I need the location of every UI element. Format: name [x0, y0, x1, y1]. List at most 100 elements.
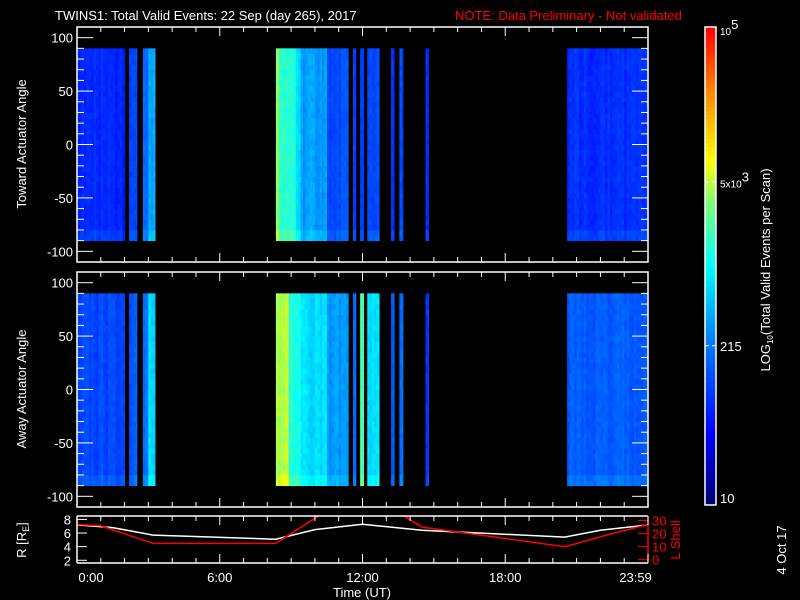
- heatmap-cell: [100, 426, 104, 433]
- heatmap-cell: [579, 224, 582, 231]
- heatmap-cell: [286, 117, 290, 124]
- heatmap-cell: [569, 176, 573, 183]
- heatmap-cell: [319, 229, 323, 236]
- away-panel: 100500-50-100: [47, 271, 649, 508]
- heatmap-cell: [326, 69, 330, 76]
- heatmap-cell: [112, 69, 116, 76]
- heatmap-cell: [84, 314, 87, 321]
- heatmap-cell: [286, 123, 290, 129]
- heatmap-cell: [310, 229, 313, 236]
- heatmap-cell: [110, 139, 114, 145]
- heatmap-cell: [86, 400, 90, 406]
- heatmap-cell: [86, 133, 90, 140]
- heatmap-cell: [142, 394, 146, 401]
- heatmap-cell: [355, 69, 357, 76]
- heatmap-cell: [281, 64, 285, 71]
- heatmap-cell: [569, 80, 573, 87]
- heatmap-cell: [602, 144, 606, 151]
- heatmap-cell: [100, 389, 104, 396]
- heatmap-cell: [631, 75, 635, 81]
- heatmap-cell: [631, 149, 635, 156]
- heatmap-cell: [305, 133, 309, 140]
- heatmap-cell: [391, 171, 394, 177]
- heatmap-cell: [110, 197, 114, 204]
- heatmap-cell: [303, 139, 306, 145]
- heatmap-cell: [600, 139, 604, 145]
- heatmap-cell: [115, 416, 118, 422]
- heatmap-cell: [345, 213, 349, 220]
- heatmap-cell: [107, 309, 111, 316]
- heatmap-cell: [425, 235, 429, 242]
- heatmap-cell: [86, 368, 90, 374]
- heatmap-cell: [117, 187, 121, 193]
- heatmap-cell: [600, 144, 604, 151]
- heatmap-cell: [98, 107, 102, 113]
- heatmap-cell: [136, 298, 138, 305]
- heatmap-cell: [93, 53, 97, 60]
- heatmap-cell: [595, 224, 599, 231]
- heatmap-cell: [86, 203, 90, 209]
- heatmap-cell: [86, 176, 90, 183]
- heatmap-cell: [588, 123, 592, 129]
- heatmap-cell: [103, 336, 106, 342]
- heatmap-cell: [571, 123, 575, 129]
- heatmap-cell: [605, 75, 608, 81]
- heatmap-cell: [150, 75, 154, 81]
- heatmap-cell: [115, 176, 118, 183]
- heatmap-cell: [621, 235, 625, 242]
- heatmap-cell: [110, 192, 114, 199]
- heatmap-cell: [367, 101, 371, 108]
- heatmap-cell: [612, 229, 616, 236]
- heatmap-cell: [425, 149, 429, 156]
- heatmap-cell: [107, 442, 111, 449]
- heatmap-cell: [571, 203, 575, 209]
- heatmap-cell: [633, 160, 637, 167]
- heatmap-cell: [145, 346, 149, 353]
- heatmap-cell: [291, 208, 294, 215]
- heatmap-cell: [307, 69, 311, 76]
- heatmap-cell: [119, 352, 123, 358]
- heatmap-cell: [331, 48, 335, 55]
- heatmap-cell: [628, 53, 632, 60]
- heatmap-cell: [112, 330, 116, 337]
- heatmap-cell: [145, 128, 149, 135]
- heatmap-cell: [360, 149, 363, 156]
- heatmap-cell: [336, 171, 340, 177]
- heatmap-cell: [345, 59, 349, 65]
- heatmap-cell: [115, 139, 118, 145]
- heatmap-cell: [84, 235, 87, 242]
- heatmap-cell: [636, 123, 639, 129]
- heatmap-cell: [115, 213, 118, 220]
- heatmap-cell: [100, 155, 104, 161]
- heatmap-cell: [602, 176, 606, 183]
- heatmap-cell: [374, 112, 378, 119]
- heatmap-cell: [624, 64, 627, 71]
- heatmap-cell: [117, 373, 121, 380]
- heatmap-cell: [86, 123, 90, 129]
- heatmap-cell: [93, 432, 97, 438]
- heatmap-cell: [614, 101, 618, 108]
- heatmap-cell: [150, 208, 154, 215]
- heatmap-cell: [621, 107, 625, 113]
- heatmap-cell: [341, 181, 344, 188]
- heatmap-cell: [93, 176, 97, 183]
- heatmap-cell: [322, 229, 325, 236]
- heatmap-cell: [79, 314, 83, 321]
- heatmap-cell: [91, 123, 95, 129]
- heatmap-cell: [355, 91, 357, 97]
- heatmap-cell: [117, 314, 121, 321]
- heatmap-cell: [107, 107, 111, 113]
- heatmap-cell: [88, 442, 92, 449]
- heatmap-cell: [86, 101, 90, 108]
- heatmap-cell: [343, 160, 347, 167]
- heatmap-cell: [145, 229, 149, 236]
- heatmap-cell: [624, 235, 627, 242]
- heatmap-cell: [319, 213, 323, 220]
- heatmap-cell: [88, 123, 92, 129]
- heatmap-cell: [614, 139, 618, 145]
- heatmap-cell: [107, 187, 111, 193]
- heatmap-cell: [110, 176, 114, 183]
- heatmap-cell: [391, 128, 394, 135]
- heatmap-cell: [376, 112, 380, 119]
- heatmap-cell: [593, 96, 597, 103]
